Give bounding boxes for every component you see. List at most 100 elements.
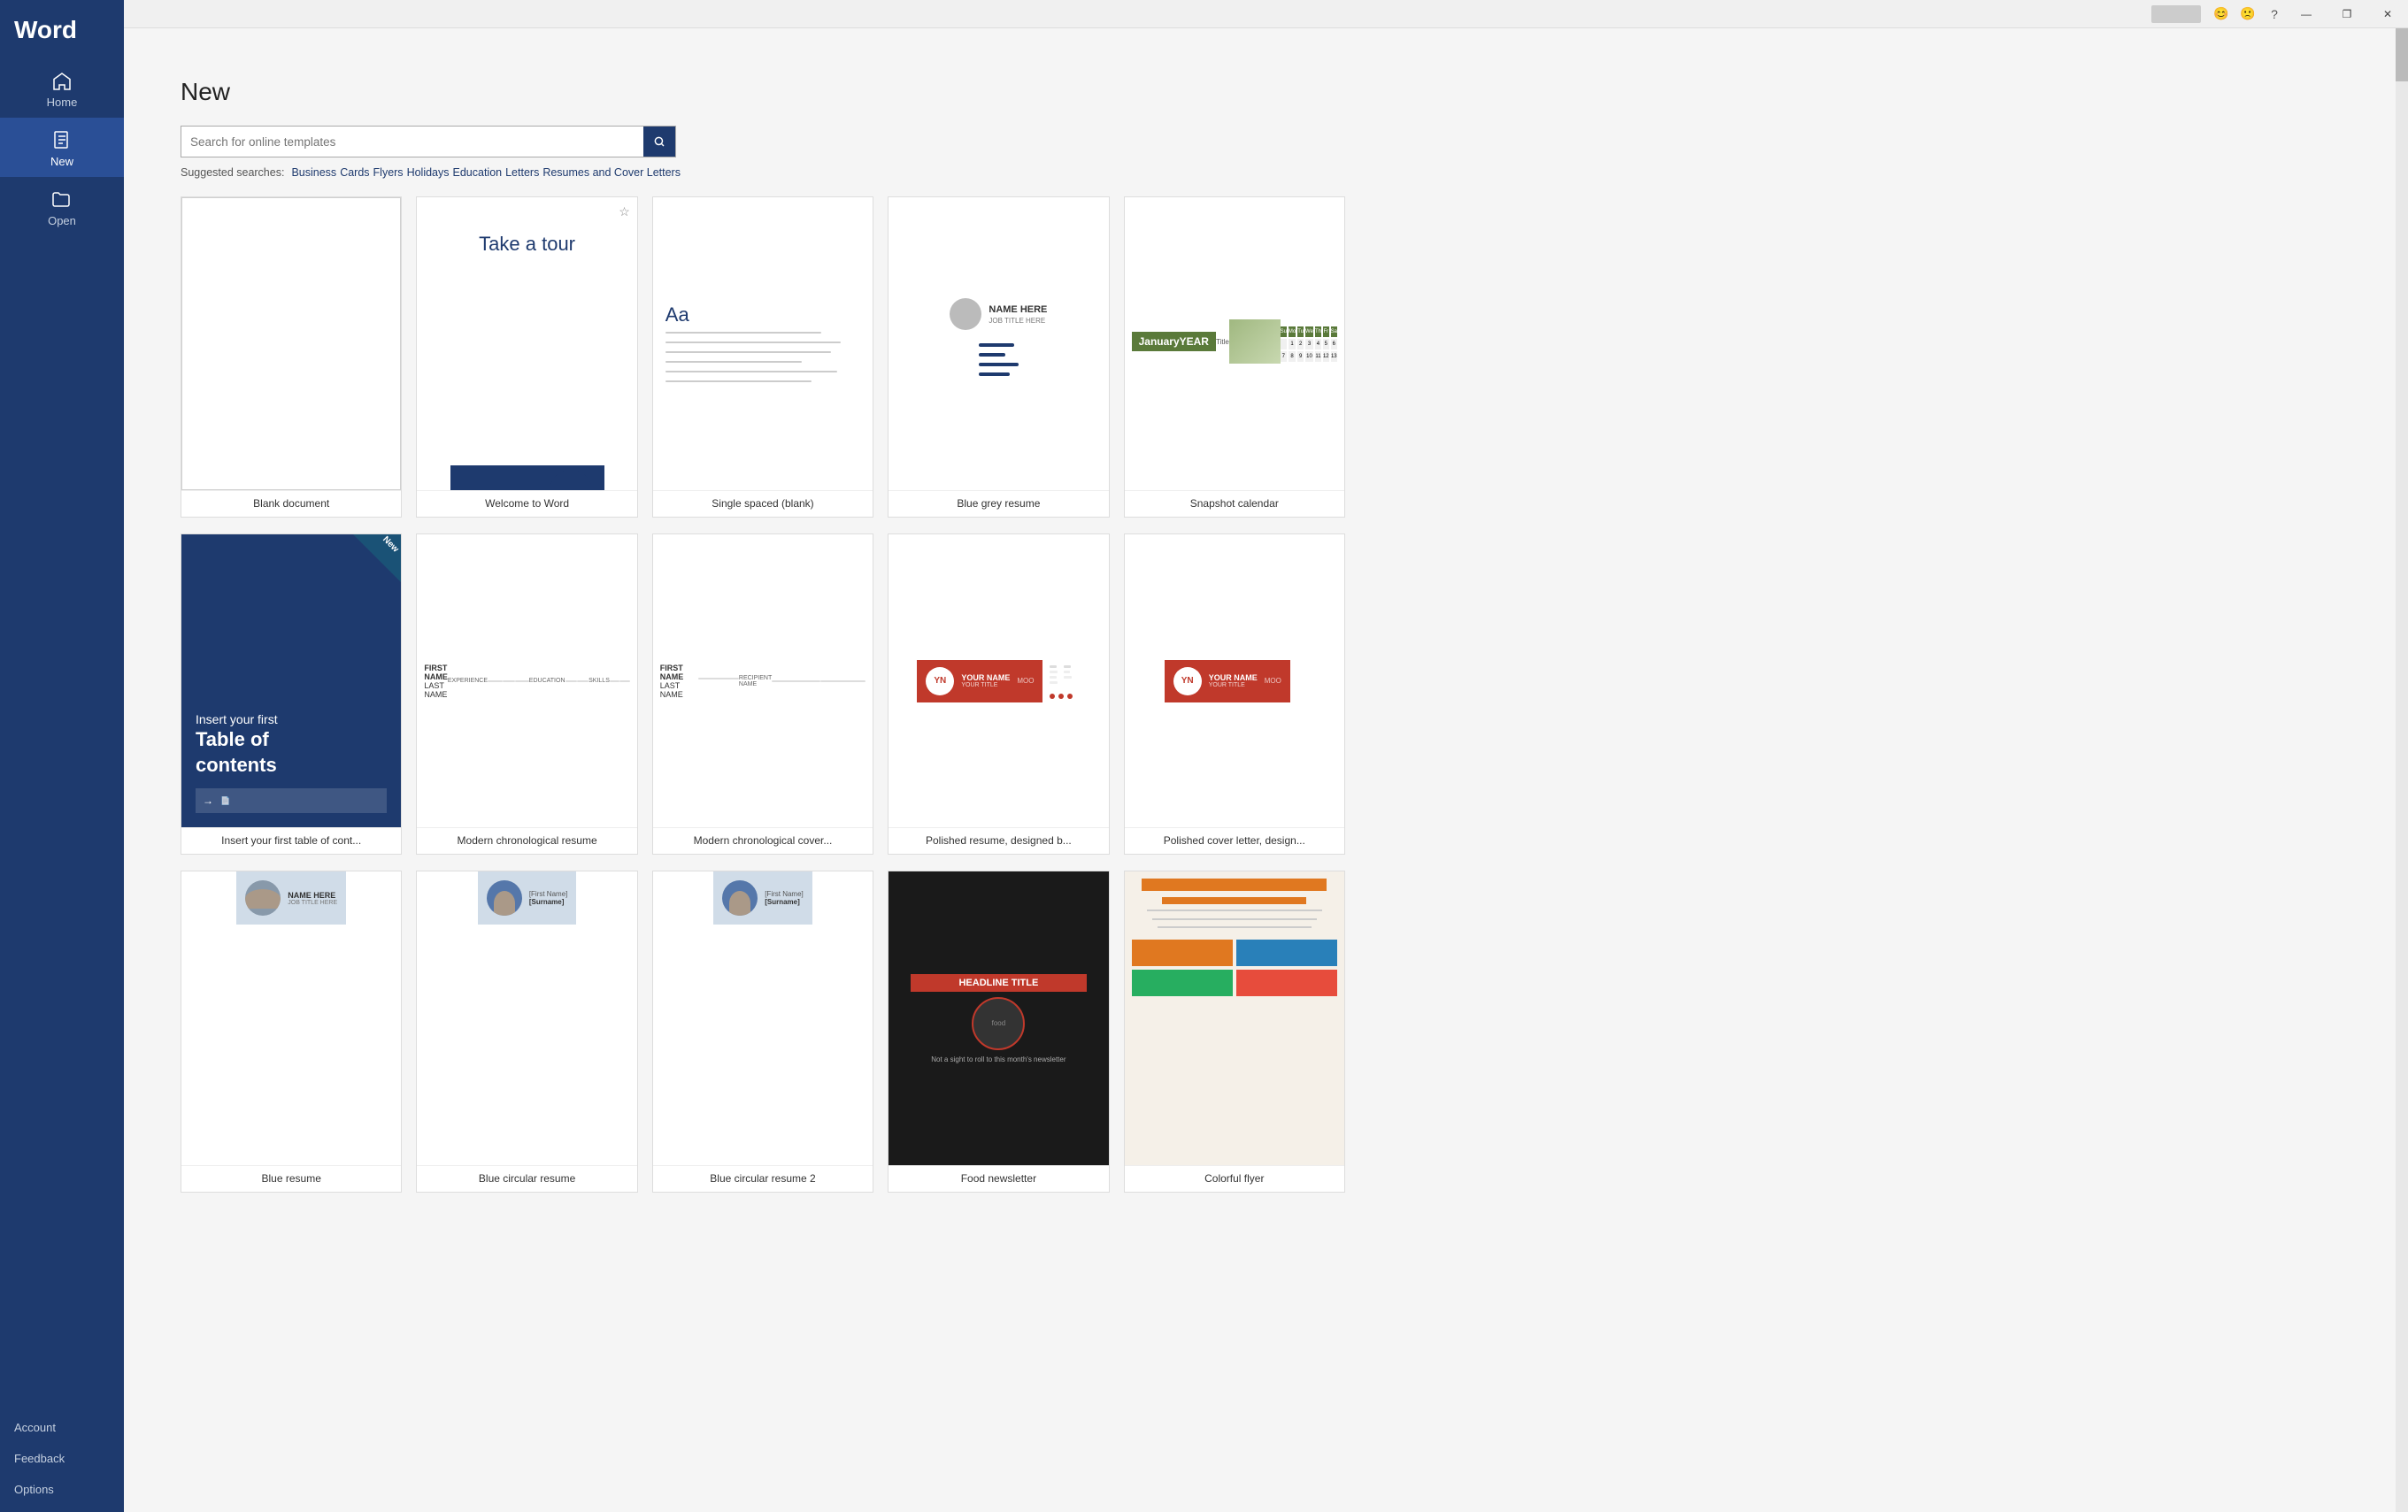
template-polished-cover[interactable]: YN YOUR NAME YOUR TITLE MOO [1124, 533, 1345, 855]
mr-section2: EDUCATION [529, 678, 565, 684]
sc-10: 9 [1297, 351, 1304, 362]
mr-t3 [515, 680, 529, 682]
take-tour-text: Take a tour [479, 233, 575, 256]
template-blue-grey-label: Blue grey resume [889, 490, 1108, 517]
template-modern-resume[interactable]: FIRST NAME LAST NAME EXPERIENCE EDUCATIO… [416, 533, 637, 855]
pb2 [1050, 671, 1058, 673]
snap-thu: Th [1315, 326, 1321, 337]
bpr-avatar [245, 880, 281, 916]
bpr-head [245, 889, 281, 909]
flyer-g4 [1236, 970, 1337, 996]
sidebar-item-new[interactable]: New [0, 118, 124, 177]
template-modern-resume-label: Modern chronological resume [417, 827, 636, 854]
template-blue-photo-label: Blue resume [181, 1165, 401, 1192]
bc2-name-block: [First Name] [Surname] [765, 890, 804, 906]
mr-section3: SKILLS [589, 678, 610, 684]
template-blank-label: Blank document [181, 490, 401, 517]
sidebar-item-open[interactable]: Open [0, 177, 124, 236]
sc-1 [1281, 339, 1287, 349]
snap-month: January [1139, 335, 1180, 348]
suggested-business[interactable]: Business [291, 166, 336, 179]
toc-insert-span: Insert your first [196, 712, 278, 726]
scrollbar-track[interactable] [2396, 28, 2408, 1512]
flyer-bar2 [1162, 897, 1306, 904]
suggested-cards[interactable]: Cards [340, 166, 369, 179]
main-content: 😊 🙁 ? — ❐ ✕ New Suggested se [124, 0, 2408, 1512]
snap-title: Title [1216, 338, 1229, 346]
snap-wed: We [1305, 326, 1313, 337]
toc-bottom-bar: → 📄 [196, 788, 387, 813]
search-button[interactable] [643, 127, 675, 157]
search-input[interactable] [181, 129, 643, 155]
mr-t4 [565, 680, 578, 682]
template-snapshot-label: Snapshot calendar [1125, 490, 1344, 517]
sidebar-item-account[interactable]: Account [0, 1412, 124, 1443]
sc-3: 2 [1297, 339, 1304, 349]
sidebar-item-home[interactable]: Home [0, 58, 124, 118]
template-snapshot-calendar[interactable]: January YEAR Title Su Mo Tu We Th Fr [1124, 196, 1345, 518]
ss-line4 [665, 361, 802, 363]
polished-resume-thumb: YN YOUR NAME YOUR TITLE MOO [889, 534, 1108, 827]
sidebar: Word Home New Open Account Feedback Opti… [0, 0, 124, 1512]
template-food-newsletter[interactable]: HEADLINE TITLE food Not a sight to roll … [888, 871, 1109, 1192]
search-bar [181, 126, 676, 157]
template-orange-flyer[interactable]: Colorful flyer [1124, 871, 1345, 1192]
pol-moo: MOO [1017, 677, 1034, 685]
user-avatar[interactable] [2151, 5, 2201, 23]
suggested-resumes[interactable]: Resumes and Cover Letters [542, 166, 681, 179]
suggested-letters[interactable]: Letters [505, 166, 539, 179]
main-inner: New Suggested searches: Business Cards F… [152, 53, 1391, 1221]
bc1-fn: [First Name] [529, 890, 568, 898]
ss-title: Aa [665, 303, 689, 326]
template-blue-grey-resume[interactable]: NAME HERE JOB TITLE HERE [888, 196, 1109, 518]
frown-icon[interactable]: 🙁 [2236, 3, 2259, 26]
template-modern-cover[interactable]: FIRST NAME LAST NAME RECIPIENT NAME [652, 533, 873, 855]
flyer-g1 [1132, 940, 1233, 966]
resume-header: NAME HERE JOB TITLE HERE [950, 298, 1047, 330]
pol-col2 [1064, 663, 1073, 687]
template-blue-circular-1[interactable]: [First Name] [Surname] Blue circul [416, 871, 637, 1192]
template-toc[interactable]: New Insert your first Table ofcontents →… [181, 533, 402, 855]
snap-year: YEAR [1180, 335, 1209, 348]
mr-section1: EXPERIENCE [448, 678, 488, 684]
pol-body [1042, 656, 1080, 706]
template-single-spaced[interactable]: Aa Single spaced (blank) [652, 196, 873, 518]
template-polished-resume[interactable]: YN YOUR NAME YOUR TITLE MOO [888, 533, 1109, 855]
template-polished-resume-label: Polished resume, designed b... [889, 827, 1108, 854]
food-body-text: Not a sight to roll to this month's news… [924, 1055, 1073, 1063]
template-blue-photo-resume[interactable]: NAME HERE JOB TITLE HERE Blue resu [181, 871, 402, 1192]
bc2-avatar [722, 880, 758, 916]
suggested-holidays[interactable]: Holidays [407, 166, 450, 179]
smiley-icon[interactable]: 😊 [2210, 3, 2233, 26]
pol-col1 [1050, 663, 1058, 687]
template-blue-circular-1-label: Blue circular resume [417, 1165, 636, 1192]
scrollbar-thumb[interactable] [2396, 28, 2408, 81]
maximize-button[interactable]: ❐ [2327, 0, 2367, 28]
app-logo: Word [0, 0, 124, 58]
template-modern-cover-label: Modern chronological cover... [653, 827, 873, 854]
template-blue-circular-2[interactable]: [First Name] [Surname] Blue circul [652, 871, 873, 1192]
suggested-flyers[interactable]: Flyers [373, 166, 404, 179]
template-blank[interactable]: Blank document [181, 196, 402, 518]
window-controls: — ❐ ✕ [2286, 0, 2408, 28]
minimize-button[interactable]: — [2286, 0, 2327, 28]
help-icon[interactable]: ? [2263, 3, 2286, 26]
food-circle-text: food [992, 1019, 1006, 1027]
bc1-person [494, 891, 515, 916]
sidebar-item-options[interactable]: Options [0, 1474, 124, 1505]
resume-columns [973, 342, 1023, 389]
mc-t2 [820, 680, 865, 682]
mc-date [698, 678, 739, 679]
template-food-label: Food newsletter [889, 1165, 1108, 1192]
resume-subtitle: JOB TITLE HERE [989, 317, 1047, 325]
close-button[interactable]: ✕ [2367, 0, 2408, 28]
pb4 [1050, 681, 1058, 684]
suggested-education[interactable]: Education [453, 166, 503, 179]
pb6 [1064, 671, 1070, 673]
sidebar-item-feedback[interactable]: Feedback [0, 1443, 124, 1474]
pb3 [1050, 676, 1057, 679]
bpr-subtitle: JOB TITLE HERE [288, 900, 337, 906]
bc1-ln: [Surname] [529, 898, 568, 906]
page-title: New [181, 78, 1363, 106]
template-tour[interactable]: Take a tour → ☆ Welcome to Word [416, 196, 637, 518]
